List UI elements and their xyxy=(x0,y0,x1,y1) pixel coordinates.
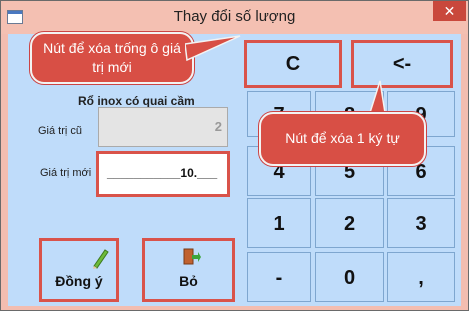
key-1[interactable]: 1 xyxy=(247,198,311,248)
key-0[interactable]: 0 xyxy=(315,252,384,302)
old-value-field: 2 xyxy=(98,107,228,147)
key-3[interactable]: 3 xyxy=(387,198,455,248)
pencil-icon xyxy=(93,249,109,269)
old-value-text: 2 xyxy=(214,119,222,134)
close-button[interactable]: ✕ xyxy=(433,1,466,21)
window-title: Thay đổi số lượng xyxy=(173,8,296,25)
ok-button-label: Đồng ý xyxy=(55,273,103,289)
backspace-callout-text: Nút để xóa 1 ký tự xyxy=(285,130,400,146)
clear-callout: Nút để xóa trống ô giá trị mới xyxy=(30,32,194,84)
cancel-button[interactable]: Bỏ xyxy=(142,238,235,302)
title-bar[interactable]: Thay đổi số lượng ✕ xyxy=(1,1,468,34)
key-2[interactable]: 2 xyxy=(315,198,384,248)
exit-door-icon xyxy=(183,248,201,265)
new-value-text: ___________10.___ xyxy=(107,166,218,180)
old-value-label: Giá trị cũ xyxy=(38,125,83,137)
client-area: C <- 7 8 9 4 5 6 1 2 3 - 0 , Rổ inox có … xyxy=(8,32,461,306)
cancel-button-label: Bỏ xyxy=(179,273,198,289)
key-minus[interactable]: - xyxy=(247,252,311,302)
ok-button[interactable]: Đồng ý xyxy=(39,238,119,302)
dialog-window: Thay đổi số lượng ✕ C <- 7 8 9 4 5 6 1 2… xyxy=(0,0,469,311)
clear-callout-text: Nút để xóa trống ô giá trị mới xyxy=(43,40,181,75)
new-value-field[interactable]: ___________10.___ xyxy=(96,151,230,197)
clear-button[interactable]: C xyxy=(244,40,342,88)
backspace-callout: Nút để xóa 1 ký tự xyxy=(259,112,426,166)
new-value-label: Giá trị mới xyxy=(40,167,92,179)
key-comma[interactable]: , xyxy=(387,252,455,302)
clear-callout-pointer xyxy=(185,35,241,62)
product-name: Rổ inox có quai cầm xyxy=(78,94,195,108)
